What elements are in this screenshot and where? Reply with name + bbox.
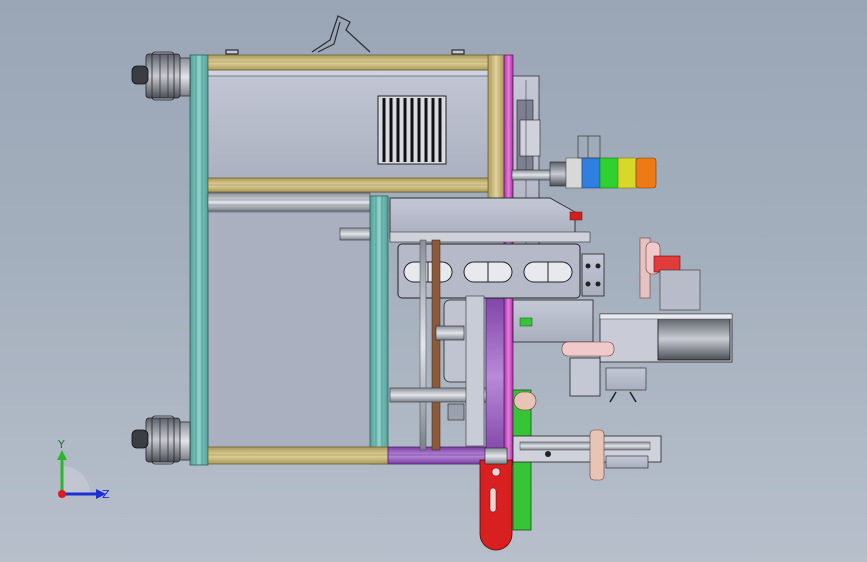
slot-cutouts bbox=[403, 261, 573, 283]
z-axis-label: Z bbox=[102, 488, 110, 501]
upper-housing[interactable] bbox=[204, 15, 491, 193]
caster-wheel-top[interactable] bbox=[131, 51, 191, 101]
caster-wheel-bottom[interactable] bbox=[131, 415, 191, 465]
y-axis-label: Y bbox=[57, 438, 65, 451]
coordinate-triad: Y Z bbox=[57, 438, 110, 501]
origin-dot-icon bbox=[58, 490, 66, 498]
top-handle bbox=[225, 15, 465, 55]
lower-frame-panel bbox=[207, 211, 374, 453]
cad-viewport[interactable]: Y Z bbox=[0, 0, 867, 562]
machine-model-side-view[interactable] bbox=[0, 0, 867, 562]
linear-actuator-lower[interactable] bbox=[512, 429, 662, 481]
vent-grille bbox=[377, 95, 447, 165]
triad-plane-icon bbox=[62, 466, 90, 494]
